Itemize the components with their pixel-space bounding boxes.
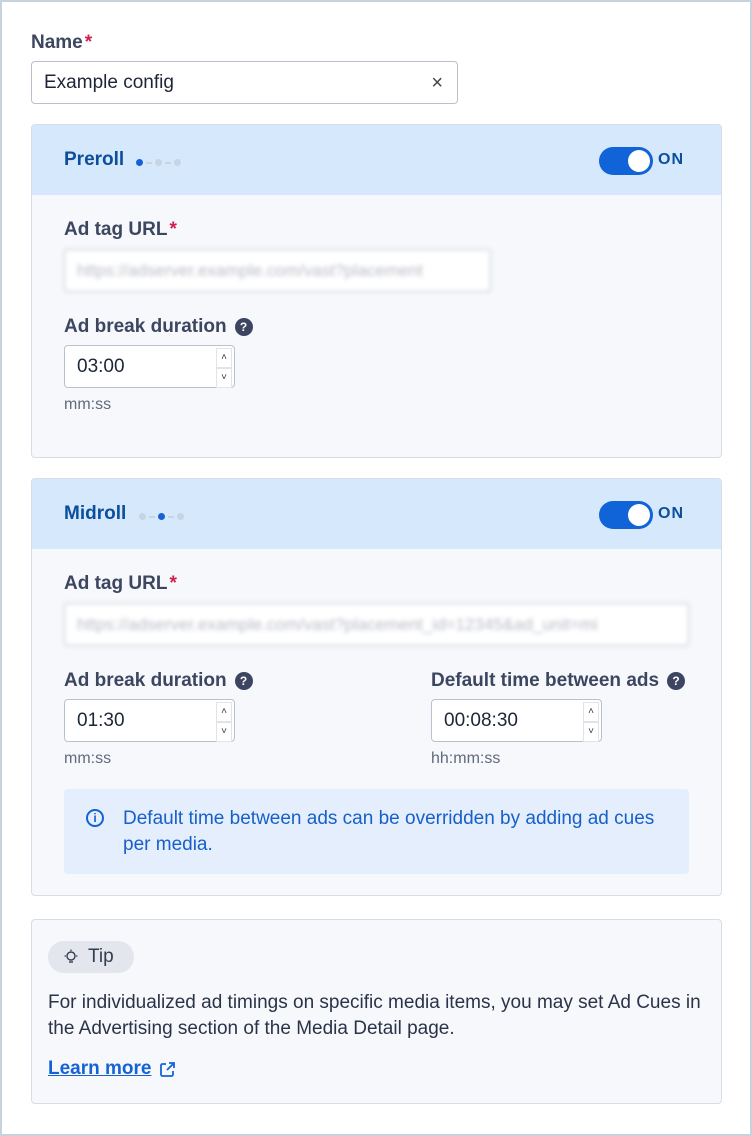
midroll-between-hint: hh:mm:ss	[431, 750, 501, 767]
midroll-duration-label-text: Ad break duration	[64, 670, 227, 691]
midroll-toggle-label: ON	[658, 505, 684, 522]
required-mark: *	[169, 219, 177, 240]
learn-more-label: Learn more	[48, 1058, 152, 1079]
close-icon[interactable]: ×	[431, 72, 443, 95]
required-mark: *	[169, 573, 177, 594]
step-dot	[177, 513, 184, 520]
tip-badge-label: Tip	[88, 946, 114, 967]
app-frame: Name * Example config × Preroll ON Ad ta…	[0, 0, 752, 1136]
preroll-ad-tag-label: Ad tag URL *	[64, 219, 177, 241]
midroll-title: Midroll	[64, 503, 127, 524]
step-dot	[155, 159, 162, 166]
step-dash	[165, 161, 171, 164]
step-dash	[146, 161, 152, 164]
decrement-button[interactable]: ˅	[216, 722, 232, 742]
preroll-toggle[interactable]	[599, 147, 653, 175]
step-dash	[149, 515, 155, 518]
midroll-card: Midroll ON Ad tag URL * https://adserver…	[31, 478, 722, 896]
tip-badge: Tip	[48, 941, 134, 973]
spinner-buttons: ˄ ˅	[216, 702, 232, 742]
midroll-toggle[interactable]	[599, 501, 653, 529]
tip-card: Tip For individualized ad timings on spe…	[31, 919, 722, 1104]
midroll-ad-tag-input[interactable]: https://adserver.example.com/vast?placem…	[64, 603, 689, 646]
name-label-text: Name	[31, 32, 83, 53]
name-input-value: Example config	[44, 71, 174, 93]
midroll-duration-hint: mm:ss	[64, 750, 112, 767]
preroll-header: Preroll ON	[32, 125, 721, 195]
name-label: Name *	[31, 32, 92, 54]
step-dash	[168, 515, 174, 518]
decrement-button[interactable]: ˅	[583, 722, 599, 742]
help-icon[interactable]: ?	[667, 672, 686, 690]
preroll-duration-value: 03:00	[77, 355, 125, 377]
tip-text: For individualized ad timings on specifi…	[48, 992, 701, 1039]
info-banner: i Default time between ads can be overri…	[64, 789, 689, 874]
spinner-buttons: ˄ ˅	[583, 702, 599, 742]
help-icon[interactable]: ?	[234, 318, 253, 336]
lightbulb-icon	[64, 949, 78, 963]
learn-more-link[interactable]: Learn more	[48, 1058, 176, 1080]
midroll-duration-label: Ad break duration ?	[64, 670, 253, 692]
name-input[interactable]: Example config ×	[31, 61, 458, 104]
midroll-between-value: 00:08:30	[444, 709, 518, 731]
midroll-ad-tag-label: Ad tag URL *	[64, 573, 177, 595]
info-icon: i	[86, 809, 104, 827]
preroll-toggle-label: ON	[658, 151, 684, 168]
midroll-header: Midroll ON	[32, 479, 721, 549]
midroll-between-label-text: Default time between ads	[431, 670, 660, 691]
preroll-duration-label-text: Ad break duration	[64, 316, 227, 337]
increment-button[interactable]: ˄	[216, 702, 232, 722]
preroll-title: Preroll	[64, 149, 125, 170]
midroll-between-label: Default time between ads ?	[431, 670, 686, 692]
preroll-step-indicator	[136, 159, 181, 166]
external-link-icon	[160, 1061, 176, 1077]
toggle-knob	[628, 504, 650, 526]
decrement-button[interactable]: ˅	[216, 368, 232, 388]
required-mark: *	[84, 32, 93, 53]
step-dot-active	[136, 159, 143, 166]
midroll-duration-input[interactable]: 01:30 ˄ ˅	[64, 699, 235, 742]
preroll-ad-tag-input[interactable]: https://adserver.example.com/vast?placem…	[64, 249, 491, 292]
preroll-duration-input[interactable]: 03:00 ˄ ˅	[64, 345, 235, 388]
preroll-card: Preroll ON Ad tag URL * https://adserver…	[31, 124, 722, 458]
preroll-duration-label: Ad break duration ?	[64, 316, 253, 338]
step-dot	[174, 159, 181, 166]
help-icon[interactable]: ?	[234, 672, 253, 690]
midroll-duration-value: 01:30	[77, 709, 125, 731]
step-dot	[139, 513, 146, 520]
increment-button[interactable]: ˄	[583, 702, 599, 722]
preroll-ad-tag-label-text: Ad tag URL	[64, 219, 168, 240]
midroll-between-input[interactable]: 00:08:30 ˄ ˅	[431, 699, 602, 742]
info-text: Default time between ads can be overridd…	[123, 808, 655, 855]
midroll-ad-tag-label-text: Ad tag URL	[64, 573, 168, 594]
toggle-knob	[628, 150, 650, 172]
increment-button[interactable]: ˄	[216, 348, 232, 368]
preroll-duration-hint: mm:ss	[64, 396, 112, 413]
step-dot-active	[158, 513, 165, 520]
midroll-step-indicator	[139, 513, 184, 520]
spinner-buttons: ˄ ˅	[216, 348, 232, 388]
